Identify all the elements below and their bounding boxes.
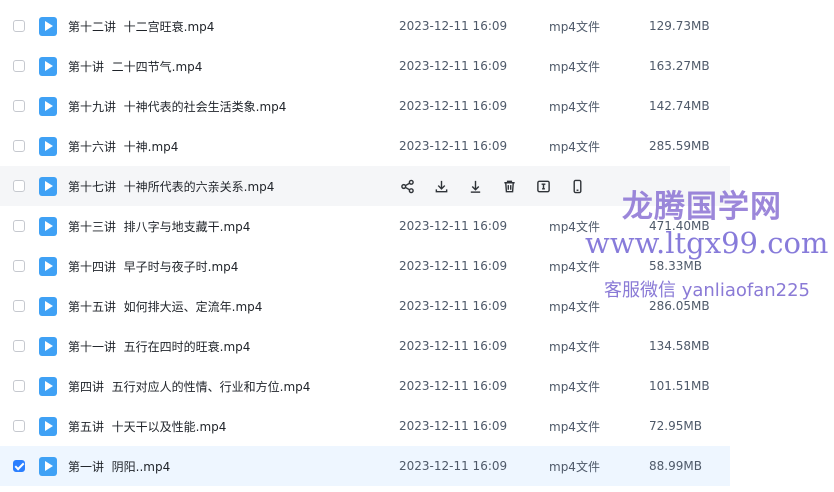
video-file-icon [39,16,57,36]
file-type: mp4文件 [549,59,600,74]
file-name[interactable]: 第十七讲 十神所代表的六亲关系.mp4 [68,178,274,195]
file-date: 2023-12-11 16:09 [399,419,508,433]
video-file-icon [39,336,57,356]
file-name[interactable]: 第十三讲 排八字与地支藏干.mp4 [68,218,250,235]
file-date: 2023-12-11 16:09 [399,379,508,393]
rename-icon[interactable] [534,177,552,195]
phone-icon[interactable] [568,177,586,195]
file-row[interactable]: 第一讲 阴阳..mp4 2023-12-11 16:09 mp4文件 88.99MB [0,446,730,486]
file-name[interactable]: 第十讲 二十四节气.mp4 [68,58,202,75]
file-date: 2023-12-11 16:09 [399,299,508,313]
file-row[interactable]: 第十一讲 五行在四时的旺衰.mp4 2023-12-11 16:09 mp4文件 13… [0,326,730,366]
file-size: 142.74MB [649,99,710,113]
row-checkbox[interactable] [13,60,25,72]
file-size: 134.58MB [649,339,710,353]
file-row[interactable]: 第十四讲 早子时与夜子时.mp4 2023-12-11 16:09 mp4文件 58.… [0,246,730,286]
file-size: 285.59MB [649,139,710,153]
file-type: mp4文件 [549,459,600,474]
row-checkbox[interactable] [13,340,25,352]
video-file-icon [39,56,57,76]
file-row[interactable]: 第十九讲 十神代表的社会生活类象.mp4 2023-12-11 16:09 mp4文… [0,86,730,126]
file-size: 471.40MB [649,219,710,233]
row-actions [398,177,586,195]
file-name[interactable]: 第五讲 十天干以及性能.mp4 [68,418,226,435]
file-name[interactable]: 第十一讲 五行在四时的旺衰.mp4 [68,338,250,355]
file-type: mp4文件 [549,219,600,234]
file-date: 2023-12-11 16:09 [399,339,508,353]
file-size: 72.95MB [649,419,702,433]
file-type: mp4文件 [549,379,600,394]
file-type: mp4文件 [549,259,600,274]
row-checkbox[interactable] [13,420,25,432]
file-date: 2023-12-11 16:09 [399,59,508,73]
file-size: 129.73MB [649,19,710,33]
share-icon[interactable] [398,177,416,195]
file-size: 58.33MB [649,259,702,273]
row-checkbox[interactable] [13,300,25,312]
file-date: 2023-12-11 16:09 [399,99,508,113]
video-file-icon [39,96,57,116]
file-name[interactable]: 第十二讲 十二宫旺衰.mp4 [68,18,214,35]
video-file-icon [39,416,57,436]
file-size: 163.27MB [649,59,710,73]
file-size: 88.99MB [649,459,702,473]
file-row[interactable]: 第五讲 十天干以及性能.mp4 2023-12-11 16:09 mp4文件 72.9… [0,406,730,446]
delete-icon[interactable] [500,177,518,195]
video-file-icon [39,456,57,476]
file-name[interactable]: 第一讲 阴阳..mp4 [68,458,170,475]
video-file-icon [39,256,57,276]
row-checkbox[interactable] [13,100,25,112]
file-row[interactable]: 第十五讲 如何排大运、定流年.mp4 2023-12-11 16:09 mp4文件 2… [0,286,730,326]
file-size: 286.05MB [649,299,710,313]
file-name[interactable]: 第十四讲 早子时与夜子时.mp4 [68,258,238,275]
video-file-icon [39,376,57,396]
row-checkbox[interactable] [13,180,25,192]
file-date: 2023-12-11 16:09 [399,139,508,153]
video-file-icon [39,176,57,196]
row-checkbox[interactable] [13,460,25,472]
file-type: mp4文件 [549,339,600,354]
file-date: 2023-12-11 16:09 [399,459,508,473]
file-name[interactable]: 第十五讲 如何排大运、定流年.mp4 [68,298,262,315]
video-file-icon [39,216,57,236]
row-checkbox[interactable] [13,260,25,272]
download-icon[interactable] [432,177,450,195]
file-date: 2023-12-11 16:09 [399,259,508,273]
save-download-icon[interactable] [466,177,484,195]
file-name[interactable]: 第十六讲 十神.mp4 [68,138,178,155]
file-row[interactable]: 第十六讲 十神.mp4 2023-12-11 16:09 mp4文件 285.59MB [0,126,730,166]
file-list: 第十二讲 十二宫旺衰.mp4 2023-12-11 16:09 mp4文件 129.7… [0,6,730,486]
video-file-icon [39,296,57,316]
file-row[interactable]: 第四讲 五行对应人的性情、行业和方位.mp4 2023-12-11 16:09 mp… [0,366,730,406]
file-row[interactable]: 第十三讲 排八字与地支藏干.mp4 2023-12-11 16:09 mp4文件 47… [0,206,730,246]
video-file-icon [39,136,57,156]
file-name[interactable]: 第十九讲 十神代表的社会生活类象.mp4 [68,98,286,115]
file-date: 2023-12-11 16:09 [399,219,508,233]
file-row[interactable]: 第十七讲 十神所代表的六亲关系.mp4 [0,166,730,206]
row-checkbox[interactable] [13,20,25,32]
file-type: mp4文件 [549,419,600,434]
file-date: 2023-12-11 16:09 [399,19,508,33]
row-checkbox[interactable] [13,380,25,392]
file-row[interactable]: 第十二讲 十二宫旺衰.mp4 2023-12-11 16:09 mp4文件 129.7… [0,6,730,46]
file-type: mp4文件 [549,99,600,114]
file-type: mp4文件 [549,139,600,154]
row-checkbox[interactable] [13,140,25,152]
file-size: 101.51MB [649,379,710,393]
file-row[interactable]: 第十讲 二十四节气.mp4 2023-12-11 16:09 mp4文件 163.27… [0,46,730,86]
file-name[interactable]: 第四讲 五行对应人的性情、行业和方位.mp4 [68,378,310,395]
file-type: mp4文件 [549,19,600,34]
file-type: mp4文件 [549,299,600,314]
row-checkbox[interactable] [13,220,25,232]
